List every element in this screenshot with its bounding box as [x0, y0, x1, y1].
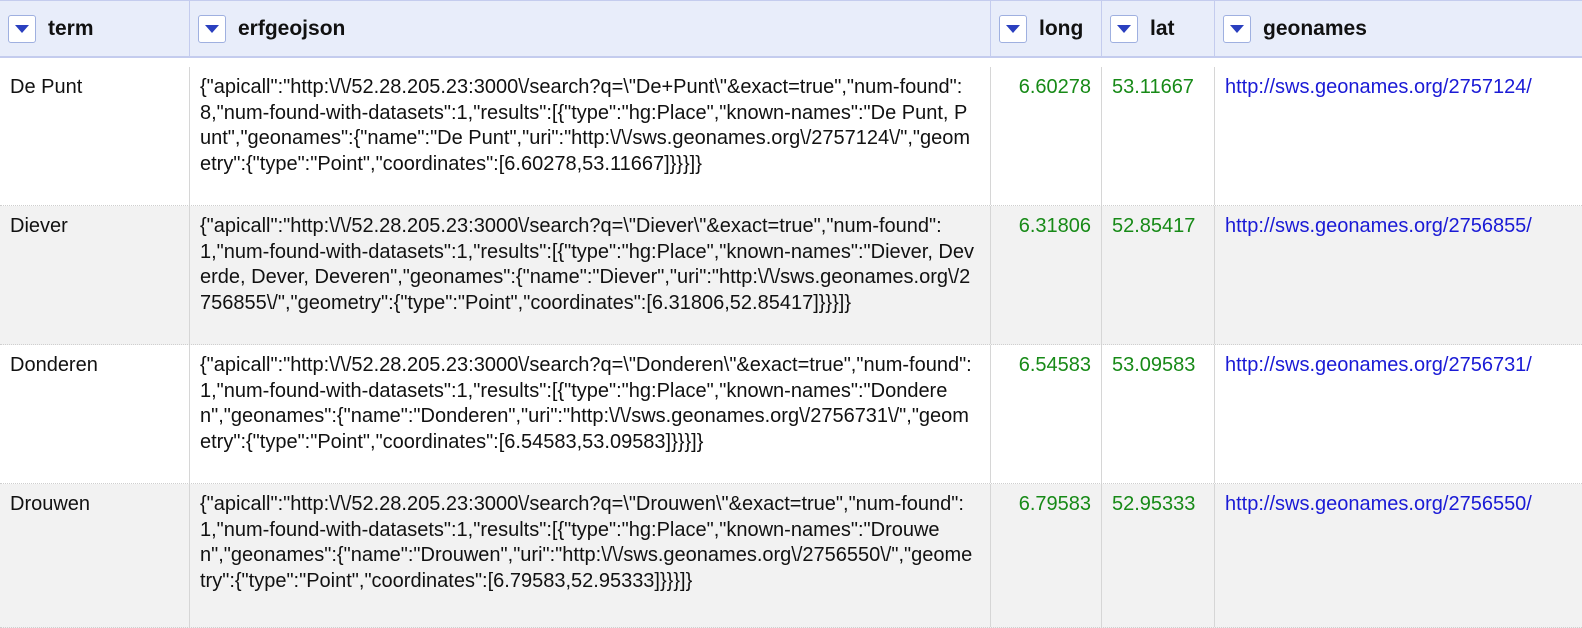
data-table: term erfgeojson long lat geonames De Pun… [0, 0, 1582, 628]
column-header-label: lat [1150, 17, 1175, 40]
geonames-link[interactable]: http://sws.geonames.org/2756550/ [1225, 493, 1532, 515]
column-header-long: long [991, 1, 1102, 57]
table-row: De Punt {"apicall":"http:\/\/52.28.205.2… [0, 67, 1582, 206]
triangle-down-icon [1230, 25, 1244, 33]
lat-cell[interactable]: 52.95333 [1102, 484, 1215, 627]
erfgeojson-cell[interactable]: {"apicall":"http:\/\/52.28.205.23:3000\/… [190, 206, 991, 344]
geonames-link[interactable]: http://sws.geonames.org/2756855/ [1225, 215, 1532, 237]
column-header-geonames: geonames [1215, 1, 1582, 57]
long-cell[interactable]: 6.31806 [991, 206, 1102, 344]
column-header-label: long [1039, 17, 1084, 40]
geonames-link[interactable]: http://sws.geonames.org/2756731/ [1225, 354, 1532, 376]
triangle-down-icon [1117, 25, 1131, 33]
erfgeojson-cell[interactable]: {"apicall":"http:\/\/52.28.205.23:3000\/… [190, 484, 991, 627]
column-header-lat: lat [1102, 1, 1215, 57]
triangle-down-icon [1006, 25, 1020, 33]
table-row: Donderen {"apicall":"http:\/\/52.28.205.… [0, 345, 1582, 484]
long-cell[interactable]: 6.60278 [991, 67, 1102, 205]
column-header-label: term [48, 17, 94, 40]
table-row: Drouwen {"apicall":"http:\/\/52.28.205.2… [0, 484, 1582, 628]
erfgeojson-cell[interactable]: {"apicall":"http:\/\/52.28.205.23:3000\/… [190, 67, 991, 205]
column-header-row: term erfgeojson long lat geonames [0, 0, 1582, 58]
term-cell[interactable]: Drouwen [0, 484, 190, 627]
lat-cell[interactable]: 53.11667 [1102, 67, 1215, 205]
column-header-label: geonames [1263, 17, 1367, 40]
column-header-term: term [0, 1, 190, 57]
triangle-down-icon [15, 25, 29, 33]
long-cell[interactable]: 6.54583 [991, 345, 1102, 483]
erfgeojson-cell[interactable]: {"apicall":"http:\/\/52.28.205.23:3000\/… [190, 345, 991, 483]
column-header-erfgeojson: erfgeojson [190, 1, 991, 57]
geonames-link[interactable]: http://sws.geonames.org/2757124/ [1225, 76, 1532, 98]
term-cell[interactable]: Diever [0, 206, 190, 344]
column-menu-button-long[interactable] [999, 15, 1027, 43]
geonames-cell: http://sws.geonames.org/2756731/ [1215, 345, 1582, 483]
geonames-cell: http://sws.geonames.org/2757124/ [1215, 67, 1582, 205]
table-row: Diever {"apicall":"http:\/\/52.28.205.23… [0, 206, 1582, 345]
lat-cell[interactable]: 53.09583 [1102, 345, 1215, 483]
triangle-down-icon [205, 25, 219, 33]
column-menu-button-term[interactable] [8, 15, 36, 43]
term-cell[interactable]: Donderen [0, 345, 190, 483]
geonames-cell: http://sws.geonames.org/2756550/ [1215, 484, 1582, 627]
term-cell[interactable]: De Punt [0, 67, 190, 205]
column-menu-button-lat[interactable] [1110, 15, 1138, 43]
column-menu-button-erfgeojson[interactable] [198, 15, 226, 43]
geonames-cell: http://sws.geonames.org/2756855/ [1215, 206, 1582, 344]
column-header-label: erfgeojson [238, 17, 346, 40]
column-menu-button-geonames[interactable] [1223, 15, 1251, 43]
long-cell[interactable]: 6.79583 [991, 484, 1102, 627]
lat-cell[interactable]: 52.85417 [1102, 206, 1215, 344]
